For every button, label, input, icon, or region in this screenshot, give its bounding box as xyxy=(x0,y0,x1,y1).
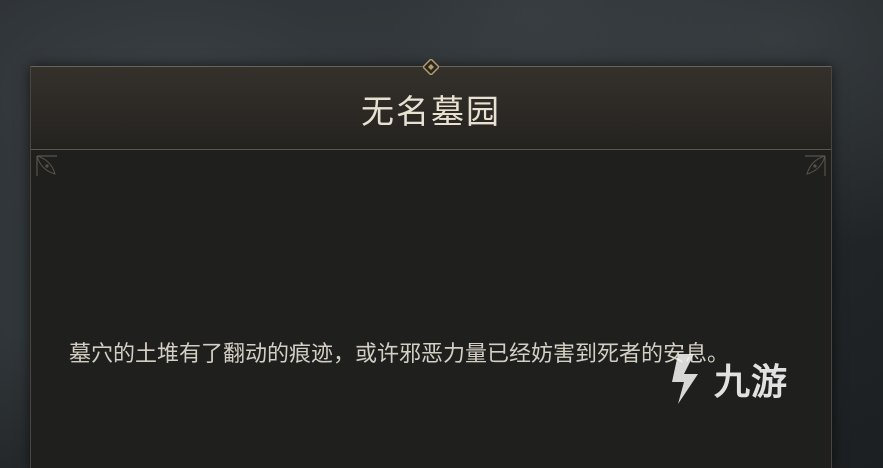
watermark-text: 九游 xyxy=(714,362,789,403)
panel-header: 无名墓园 xyxy=(31,59,831,150)
corner-flourish-icon xyxy=(36,155,57,176)
corner-flourish-icon xyxy=(805,155,826,176)
location-title: 无名墓园 xyxy=(361,92,501,131)
jiuyou-watermark: 九游 xyxy=(664,350,788,408)
jiuyou-logo-icon xyxy=(672,354,698,404)
diamond-ornament-icon xyxy=(423,59,439,75)
